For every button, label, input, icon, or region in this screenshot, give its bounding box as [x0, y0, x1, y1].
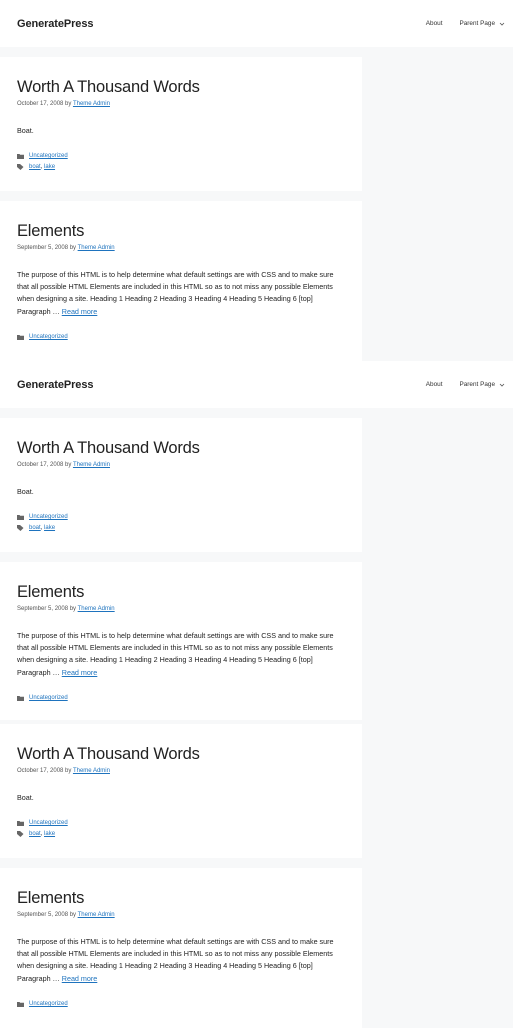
folder-icon: [17, 1001, 24, 1008]
author-link[interactable]: Theme Admin: [78, 245, 115, 251]
post-card: Worth A Thousand Words October 17, 2008 …: [0, 418, 362, 552]
category-link[interactable]: Uncategorized: [29, 512, 68, 523]
folder-icon: [17, 695, 24, 702]
nav-item-label: Parent Page: [459, 20, 495, 27]
post-card: Worth A Thousand Words October 17, 2008 …: [0, 724, 362, 858]
folder-icon: [17, 334, 24, 341]
post-title[interactable]: Elements: [17, 582, 345, 602]
author-link[interactable]: Theme Admin: [73, 462, 110, 468]
read-more-link[interactable]: Read more: [62, 307, 98, 316]
site-title[interactable]: GeneratePress: [17, 18, 93, 30]
post-meta: October 17, 2008 by Theme Admin: [17, 768, 345, 774]
category-link[interactable]: Uncategorized: [29, 332, 68, 343]
tag-icon: [17, 830, 24, 837]
post-meta: October 17, 2008 by Theme Admin: [17, 462, 345, 468]
tag-icon: [17, 524, 24, 531]
nav-item-label: Parent Page: [459, 381, 495, 388]
read-more-link[interactable]: Read more: [62, 974, 98, 983]
post-by: by: [69, 606, 77, 612]
screen-2: GeneratePress About Parent Page Worth A …: [0, 361, 513, 1028]
main-nav: About Parent Page: [426, 381, 505, 388]
post-card: Worth A Thousand Words October 17, 2008 …: [0, 57, 362, 191]
post-excerpt: The purpose of this HTML is to help dete…: [17, 936, 345, 985]
folder-icon: [17, 153, 24, 160]
post-excerpt: Boat.: [17, 487, 34, 496]
post-title[interactable]: Worth A Thousand Words: [17, 438, 345, 458]
content-area: Worth A Thousand Words October 17, 2008 …: [0, 47, 513, 361]
category-link[interactable]: Uncategorized: [29, 818, 68, 829]
post-meta: October 17, 2008 by Theme Admin: [17, 101, 345, 107]
post-footer: Uncategorized boat, lake: [17, 512, 345, 533]
post-by: by: [69, 245, 77, 251]
folder-icon: [17, 514, 24, 521]
post-title[interactable]: Elements: [17, 221, 345, 241]
post-meta: September 5, 2008 by Theme Admin: [17, 245, 345, 251]
post-meta: September 5, 2008 by Theme Admin: [17, 606, 345, 612]
category-link[interactable]: Uncategorized: [29, 999, 68, 1010]
post-date: October 17, 2008: [17, 101, 64, 107]
post-excerpt: The purpose of this HTML is to help dete…: [17, 630, 345, 679]
post-footer: Uncategorized boat, lake: [17, 151, 345, 172]
site-header: GeneratePress About Parent Page: [0, 0, 513, 47]
tag-icon: [17, 163, 24, 170]
post-card: Elements September 5, 2008 by Theme Admi…: [0, 201, 362, 361]
tag-link-boat[interactable]: boat: [29, 831, 41, 837]
post-by: by: [65, 768, 72, 774]
post-date: September 5, 2008: [17, 606, 69, 612]
post-footer: Uncategorized boat, lake: [17, 818, 345, 839]
tag-link-lake[interactable]: lake: [44, 831, 55, 837]
site-title[interactable]: GeneratePress: [17, 379, 93, 391]
nav-item-parent-page[interactable]: Parent Page: [459, 20, 505, 27]
tag-link-boat[interactable]: boat: [29, 525, 41, 531]
post-date: September 5, 2008: [17, 245, 69, 251]
post-title[interactable]: Worth A Thousand Words: [17, 744, 345, 764]
nav-item-parent-page[interactable]: Parent Page: [459, 381, 505, 388]
author-link[interactable]: Theme Admin: [78, 606, 115, 612]
category-link[interactable]: Uncategorized: [29, 693, 68, 704]
tag-link-lake[interactable]: lake: [44, 164, 55, 170]
post-date: October 17, 2008: [17, 768, 64, 774]
author-link[interactable]: Theme Admin: [78, 912, 115, 918]
post-title[interactable]: Worth A Thousand Words: [17, 77, 345, 97]
content-area: Worth A Thousand Words October 17, 2008 …: [0, 408, 513, 1028]
post-card: Elements September 5, 2008 by Theme Admi…: [0, 562, 362, 720]
main-nav: About Parent Page: [426, 20, 505, 27]
nav-item-about[interactable]: About: [426, 381, 443, 388]
post-by: by: [65, 101, 72, 107]
post-card: Elements September 5, 2008 by Theme Admi…: [0, 868, 362, 1028]
post-meta: September 5, 2008 by Theme Admin: [17, 912, 345, 918]
post-excerpt: Boat.: [17, 126, 34, 135]
chevron-down-icon[interactable]: [499, 382, 505, 388]
author-link[interactable]: Theme Admin: [73, 768, 110, 774]
tag-link-lake[interactable]: lake: [44, 525, 55, 531]
screen-1: GeneratePress About Parent Page Worth A …: [0, 0, 513, 361]
folder-icon: [17, 820, 24, 827]
nav-item-about[interactable]: About: [426, 20, 443, 27]
tag-link-boat[interactable]: boat: [29, 164, 41, 170]
category-link[interactable]: Uncategorized: [29, 151, 68, 162]
post-footer: Uncategorized: [17, 693, 345, 704]
post-by: by: [65, 462, 72, 468]
post-excerpt: The purpose of this HTML is to help dete…: [17, 269, 345, 318]
post-date: October 17, 2008: [17, 462, 64, 468]
chevron-down-icon[interactable]: [499, 21, 505, 27]
post-excerpt: Boat.: [17, 793, 34, 802]
post-footer: Uncategorized: [17, 999, 345, 1010]
read-more-link[interactable]: Read more: [62, 668, 98, 677]
post-title[interactable]: Elements: [17, 888, 345, 908]
site-header: GeneratePress About Parent Page: [0, 361, 513, 408]
post-footer: Uncategorized: [17, 332, 345, 343]
author-link[interactable]: Theme Admin: [73, 101, 110, 107]
post-date: September 5, 2008: [17, 912, 69, 918]
post-by: by: [69, 912, 77, 918]
